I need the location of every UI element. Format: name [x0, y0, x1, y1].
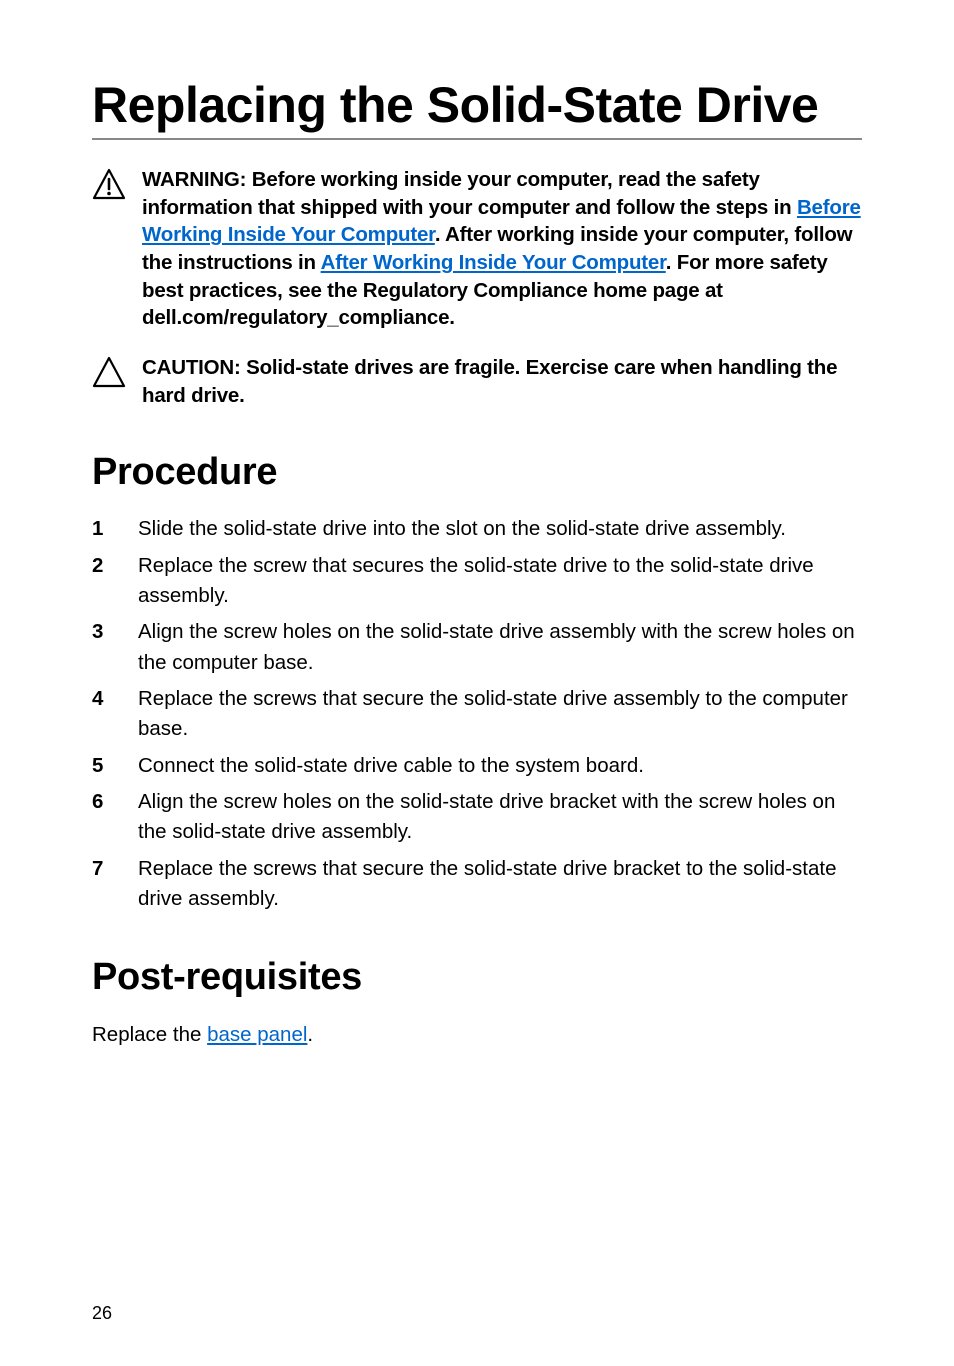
- step: Connect the solid-state drive cable to t…: [92, 751, 862, 781]
- warning-text: WARNING: Before working inside your comp…: [142, 166, 862, 332]
- warning-callout: WARNING: Before working inside your comp…: [92, 166, 862, 332]
- caution-callout: CAUTION: Solid-state drives are fragile.…: [92, 354, 862, 409]
- page-title: Replacing the Solid-State Drive: [92, 78, 862, 132]
- caution-icon: [92, 356, 126, 390]
- link-base-panel[interactable]: base panel: [207, 1023, 307, 1046]
- post-requisites-text: Replace the base panel.: [92, 1020, 862, 1050]
- step: Replace the screw that secures the solid…: [92, 551, 862, 612]
- step: Slide the solid-state drive into the slo…: [92, 514, 862, 544]
- warning-icon: [92, 168, 126, 202]
- procedure-heading: Procedure: [92, 451, 862, 494]
- step: Align the screw holes on the solid-state…: [92, 787, 862, 848]
- caution-text: CAUTION: Solid-state drives are fragile.…: [142, 354, 862, 409]
- page-number: 26: [92, 1303, 112, 1324]
- step: Replace the screws that secure the solid…: [92, 854, 862, 915]
- step: Replace the screws that secure the solid…: [92, 684, 862, 745]
- post-requisites-heading: Post-requisites: [92, 956, 862, 999]
- link-after-working[interactable]: After Working Inside Your Computer: [321, 251, 666, 274]
- title-underline: [92, 138, 862, 140]
- procedure-steps: Slide the solid-state drive into the slo…: [92, 514, 862, 914]
- step: Align the screw holes on the solid-state…: [92, 617, 862, 678]
